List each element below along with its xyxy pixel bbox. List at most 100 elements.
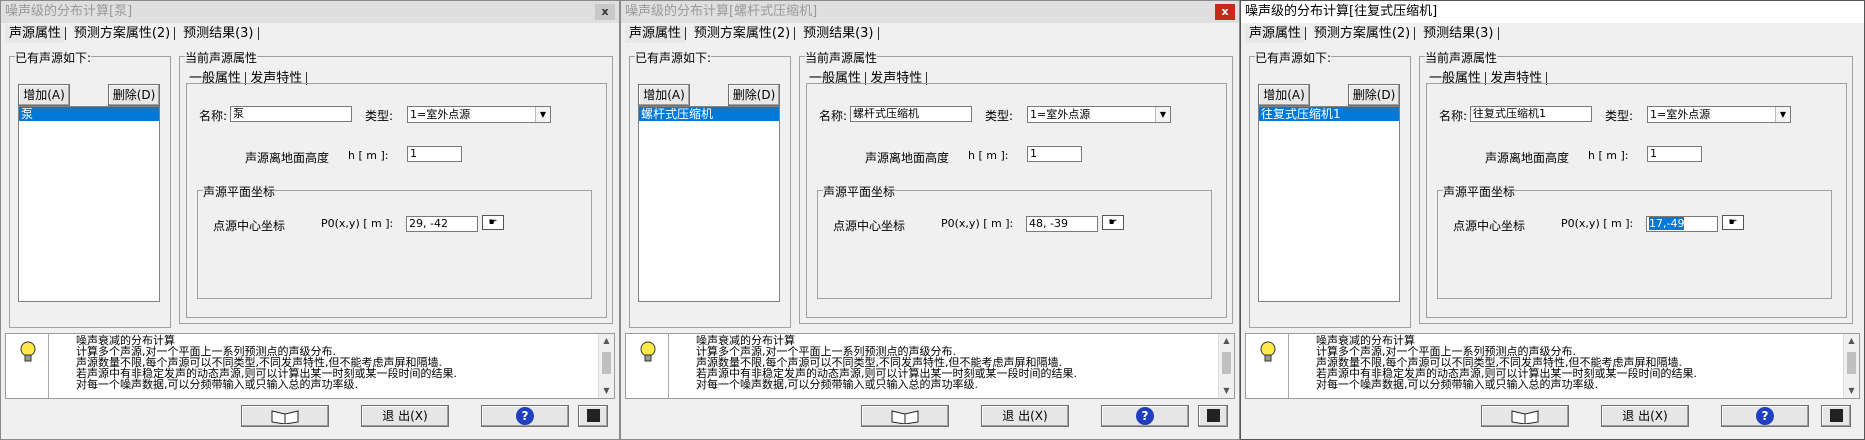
info-scrollbar[interactable]: ▲ ▼	[1218, 334, 1234, 398]
help-icon: ?	[1756, 407, 1774, 425]
height-input[interactable]: 1	[1027, 146, 1082, 162]
height-unit: h [ m ]:	[348, 149, 389, 162]
tab-source-properties[interactable]: 声源属性	[5, 25, 66, 43]
tab-prediction-results[interactable]: 预测结果(3)	[799, 25, 877, 43]
info-panel: 噪声衰减的分布计算 计算多个声源,对一个平面上一系列预测点的声级分布. 声源数量…	[1245, 333, 1860, 399]
name-input[interactable]: 往复式压缩机1	[1470, 106, 1592, 122]
scroll-down-icon[interactable]: ▼	[1219, 384, 1234, 398]
scroll-down-icon[interactable]: ▼	[599, 384, 614, 398]
book-button[interactable]	[241, 405, 329, 427]
type-select[interactable]: 1=室外点源 ▼	[407, 106, 551, 123]
save-button[interactable]	[1821, 405, 1851, 427]
current-source-label: 当前声源属性	[805, 49, 878, 66]
exit-button[interactable]: 退 出(X)	[981, 405, 1069, 427]
coord-unit: P0(x,y) [ m ]:	[321, 217, 394, 230]
window-title: 噪声级的分布计算[螺杆式压缩机]	[625, 4, 818, 19]
tab-scheme-properties[interactable]: 预测方案属性(2)	[690, 25, 794, 43]
info-scrollbar[interactable]: ▲ ▼	[598, 334, 614, 398]
scroll-up-icon[interactable]: ▲	[1219, 334, 1234, 348]
pointer-hand-icon[interactable]: ☛	[1102, 215, 1124, 230]
tab-source-properties[interactable]: 声源属性	[1245, 25, 1306, 43]
sources-list[interactable]: 螺杆式压缩机	[638, 106, 780, 302]
coord-label: 点源中心坐标	[213, 217, 286, 234]
pointer-hand-icon[interactable]: ☛	[1722, 215, 1744, 230]
coord-group	[817, 190, 1212, 299]
coord-input[interactable]: 17,-49	[1646, 216, 1718, 232]
scroll-up-icon[interactable]: ▲	[599, 334, 614, 348]
chevron-down-icon[interactable]: ▼	[535, 107, 550, 122]
window-title-bar[interactable]: 噪声级的分布计算[螺杆式压缩机]	[621, 1, 1239, 23]
info-text: 噪声衰减的分布计算 计算多个声源,对一个平面上一系列预测点的声级分布. 声源数量…	[1316, 335, 1697, 390]
coord-label: 点源中心坐标	[833, 217, 906, 234]
sources-group-label: 已有声源如下:	[1255, 49, 1332, 66]
delete-button[interactable]: 删除(D)	[728, 84, 780, 106]
delete-button[interactable]: 删除(D)	[1348, 84, 1400, 106]
scroll-up-icon[interactable]: ▲	[1844, 334, 1859, 348]
coord-unit: P0(x,y) [ m ]:	[941, 217, 1014, 230]
exit-button[interactable]: 退 出(X)	[1601, 405, 1689, 427]
height-unit: h [ m ]:	[968, 149, 1009, 162]
height-input[interactable]: 1	[407, 146, 462, 162]
tab-prediction-results[interactable]: 预测结果(3)	[179, 25, 257, 43]
name-input[interactable]: 螺杆式压缩机	[850, 106, 972, 122]
type-value: 1=室外点源	[410, 108, 471, 121]
name-input[interactable]: 泵	[230, 106, 352, 122]
height-input[interactable]: 1	[1647, 146, 1702, 162]
add-button[interactable]: 增加(A)	[18, 84, 70, 106]
add-button[interactable]: 增加(A)	[1258, 84, 1310, 106]
exit-button[interactable]: 退 出(X)	[361, 405, 449, 427]
type-select[interactable]: 1=室外点源 ▼	[1027, 106, 1171, 123]
list-item[interactable]: 螺杆式压缩机	[639, 107, 779, 121]
save-button[interactable]	[1198, 405, 1228, 427]
delete-button[interactable]: 删除(D)	[108, 84, 160, 106]
info-panel: 噪声衰减的分布计算 计算多个声源,对一个平面上一系列预测点的声级分布. 声源数量…	[625, 333, 1235, 399]
type-select[interactable]: 1=室外点源 ▼	[1647, 106, 1791, 123]
book-button[interactable]	[1481, 405, 1569, 427]
tab-scheme-properties[interactable]: 预测方案属性(2)	[70, 25, 174, 43]
current-source-label: 当前声源属性	[185, 49, 258, 66]
help-button[interactable]: ?	[481, 405, 569, 427]
window-title: 噪声级的分布计算[泵]	[5, 4, 133, 19]
window-3: 噪声级的分布计算[往复式压缩机] 声源属性 预测方案属性(2) 预测结果(3) …	[1240, 0, 1865, 440]
tab-strip: 声源属性 预测方案属性(2) 预测结果(3)	[1245, 25, 1499, 43]
sources-group-label: 已有声源如下:	[635, 49, 712, 66]
close-button[interactable]: x	[595, 4, 615, 20]
tab-scheme-properties[interactable]: 预测方案属性(2)	[1310, 25, 1414, 43]
tab-strip: 声源属性 预测方案属性(2) 预测结果(3)	[625, 25, 879, 43]
help-icon: ?	[1136, 407, 1154, 425]
tab-source-properties[interactable]: 声源属性	[625, 25, 686, 43]
coord-value-selected: 17,-49	[1649, 217, 1685, 230]
help-button[interactable]: ?	[1101, 405, 1189, 427]
current-source-label: 当前声源属性	[1425, 49, 1498, 66]
type-label: 类型:	[985, 107, 1014, 124]
close-button[interactable]: x	[1215, 4, 1235, 20]
scroll-down-icon[interactable]: ▼	[1844, 384, 1859, 398]
book-button[interactable]	[861, 405, 949, 427]
add-button[interactable]: 增加(A)	[638, 84, 690, 106]
list-item[interactable]: 往复式压缩机1	[1259, 107, 1399, 121]
tab-prediction-results[interactable]: 预测结果(3)	[1419, 25, 1497, 43]
type-label: 类型:	[365, 107, 394, 124]
window-title-bar[interactable]: 噪声级的分布计算[往复式压缩机]	[1241, 1, 1864, 23]
name-label: 名称:	[199, 107, 228, 124]
save-button[interactable]	[578, 405, 608, 427]
chevron-down-icon[interactable]: ▼	[1155, 107, 1170, 122]
coord-input[interactable]: 29, -42	[406, 216, 478, 232]
info-line: 对每一个噪声数据,可以分频带输入或只输入总的声功率级.	[696, 378, 978, 391]
coord-input[interactable]: 48, -39	[1026, 216, 1098, 232]
chevron-down-icon[interactable]: ▼	[1775, 107, 1790, 122]
window-2: 噪声级的分布计算[螺杆式压缩机] x 声源属性 预测方案属性(2) 预测结果(3…	[620, 0, 1240, 440]
height-label: 声源离地面高度	[245, 149, 330, 166]
lightbulb-icon	[640, 341, 656, 362]
pointer-hand-icon[interactable]: ☛	[482, 215, 504, 230]
window-title-bar[interactable]: 噪声级的分布计算[泵]	[1, 1, 619, 23]
sources-list[interactable]: 泵	[18, 106, 160, 302]
name-label: 名称:	[1439, 107, 1468, 124]
help-button[interactable]: ?	[1721, 405, 1809, 427]
info-scrollbar[interactable]: ▲ ▼	[1843, 334, 1859, 398]
list-item[interactable]: 泵	[19, 107, 159, 121]
type-value: 1=室外点源	[1650, 108, 1711, 121]
sources-group-label: 已有声源如下:	[15, 49, 92, 66]
info-line: 对每一个噪声数据,可以分频带输入或只输入总的声功率级.	[76, 378, 358, 391]
sources-list[interactable]: 往复式压缩机1	[1258, 106, 1400, 302]
